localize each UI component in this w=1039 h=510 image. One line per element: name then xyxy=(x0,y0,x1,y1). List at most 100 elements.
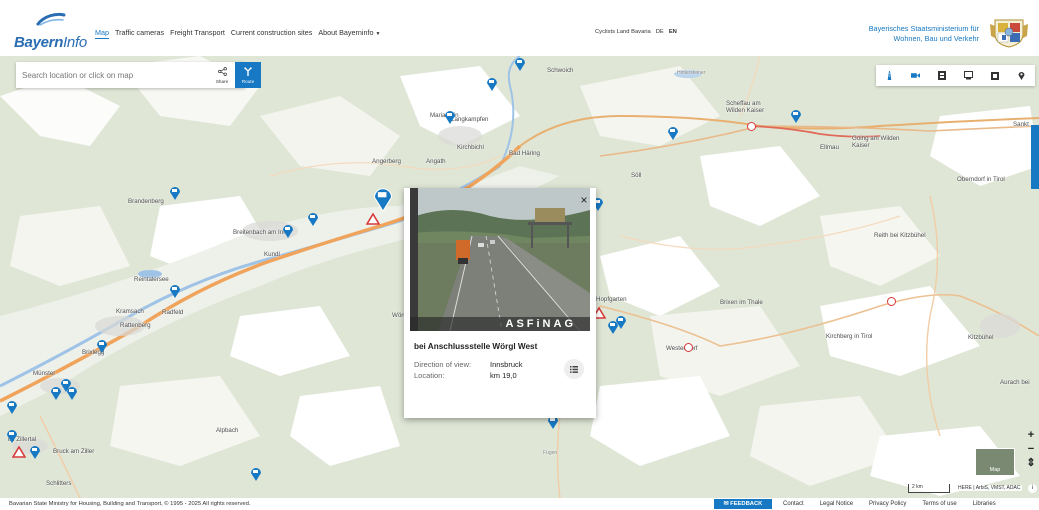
place-label: Söll xyxy=(631,172,642,179)
ministry-link[interactable]: Bayerisches Staatsministerium für Wohnen… xyxy=(869,24,979,44)
place-label: Kundl xyxy=(264,251,280,258)
footer-link-libraries[interactable]: Libraries xyxy=(973,501,996,507)
search-input[interactable] xyxy=(22,66,200,84)
copyright-text: Bavarian State Ministry for Housing, Bui… xyxy=(9,501,251,507)
logo-text: BayernInfo xyxy=(14,34,87,51)
location-label: Location: xyxy=(414,371,445,380)
location-layer-button[interactable] xyxy=(1009,65,1036,86)
nav-traffic-cameras[interactable]: Traffic cameras xyxy=(115,28,164,39)
camera-pin-selected-icon[interactable] xyxy=(372,187,394,211)
nav-about-label: About Bayerninfo xyxy=(318,28,374,37)
nav-about[interactable]: About Bayerninfo ▼ xyxy=(318,28,380,39)
location-icon xyxy=(1018,72,1025,80)
asfinag-watermark: ASFiNAG xyxy=(410,317,590,331)
camera-icon xyxy=(911,73,921,78)
place-label: Reith bei Kitzbühel xyxy=(874,232,926,239)
warning-triangle-icon[interactable] xyxy=(12,446,26,458)
truck-layer-button[interactable] xyxy=(956,65,983,86)
zoom-controls: + − ⇕ xyxy=(1024,428,1038,484)
close-button[interactable]: × xyxy=(577,193,591,207)
roadwork-marker-icon[interactable] xyxy=(887,297,896,306)
place-label: Radfeld xyxy=(162,309,184,316)
camera-pin-icon[interactable] xyxy=(667,126,679,140)
minimap-label: Map xyxy=(989,467,1001,473)
ministry-line1: Bayerisches Staatsministerium für xyxy=(868,24,979,33)
bayerninfo-logo[interactable]: BayernInfo xyxy=(14,12,87,51)
zoom-in-button[interactable]: + xyxy=(1024,428,1038,442)
camera-pin-icon[interactable] xyxy=(615,315,627,329)
cyclists-link[interactable]: Cyclists Land Bavaria xyxy=(595,29,651,35)
camera-pin-icon[interactable] xyxy=(486,77,498,91)
camera-pin-icon[interactable] xyxy=(307,212,319,226)
camera-image[interactable]: ASFiNAG xyxy=(410,188,590,331)
camera-pin-icon[interactable] xyxy=(514,57,526,71)
camera-layer-button[interactable] xyxy=(903,65,930,86)
place-label: Kirchberg in Tirol xyxy=(826,333,873,340)
route-label: Route xyxy=(241,79,255,84)
route-icon xyxy=(244,67,252,76)
footer-link-contact[interactable]: Contact xyxy=(783,501,804,507)
place-label: Alpbach xyxy=(216,427,239,434)
traffic-layer-button[interactable] xyxy=(876,65,903,86)
lang-de[interactable]: DE xyxy=(656,29,664,35)
nav-freight-transport[interactable]: Freight Transport xyxy=(170,28,225,39)
camera-pin-icon[interactable] xyxy=(6,429,18,443)
place-label: Bruck am Ziller xyxy=(53,448,95,455)
popup-title: bei Anschlussstelle Wörgl West xyxy=(414,342,538,351)
parking-layer-button[interactable] xyxy=(929,65,956,86)
traffic-icon xyxy=(887,71,892,80)
camera-pin-icon[interactable] xyxy=(6,400,18,414)
camera-pin-icon[interactable] xyxy=(790,109,802,123)
roadwork-marker-icon[interactable] xyxy=(684,343,693,352)
footer-link-legal[interactable]: Legal Notice xyxy=(820,501,853,507)
info-button[interactable]: i xyxy=(1028,484,1037,493)
compass-button[interactable]: ⇕ xyxy=(1024,456,1038,470)
place-label: Schlitters xyxy=(46,480,72,487)
charging-layer-button[interactable] xyxy=(982,65,1009,86)
place-label: Reintalersee xyxy=(134,276,169,283)
details-button[interactable] xyxy=(564,359,584,379)
footer: Bavarian State Ministry for Housing, Bui… xyxy=(0,498,1039,510)
place-label: Bad Häring xyxy=(509,150,540,157)
camera-pin-icon[interactable] xyxy=(169,186,181,200)
direction-label: Direction of view: xyxy=(414,360,472,369)
place-label: Angath xyxy=(426,158,446,165)
place-label: Hopfgarten xyxy=(596,296,627,303)
place-label: Münster xyxy=(33,370,56,377)
camera-pin-icon[interactable] xyxy=(282,224,294,238)
place-label: Langkampfen xyxy=(451,116,489,123)
lang-en[interactable]: EN xyxy=(669,29,677,35)
warning-triangle-icon[interactable] xyxy=(366,213,380,225)
camera-pin-icon[interactable] xyxy=(444,110,456,124)
roadwork-marker-icon[interactable] xyxy=(747,122,756,131)
route-button[interactable]: Route xyxy=(235,62,261,88)
share-label: Share xyxy=(215,79,229,84)
footer-link-privacy[interactable]: Privacy Policy xyxy=(869,501,906,507)
camera-pin-icon[interactable] xyxy=(66,386,78,400)
nav-construction-sites[interactable]: Current construction sites xyxy=(231,28,313,39)
camera-pin-icon[interactable] xyxy=(250,467,262,481)
feedback-label: FEEDBACK xyxy=(730,501,763,507)
nav-map[interactable]: Map xyxy=(95,28,109,39)
camera-popup: ASFiNAG × bei Anschlussstelle Wörgl West… xyxy=(404,188,596,418)
place-label: Scheffau am Wilden Kaiser xyxy=(726,100,765,114)
direction-value: Innsbruck xyxy=(490,360,523,369)
place-label: Fügen xyxy=(543,450,558,456)
zoom-out-button[interactable]: − xyxy=(1024,442,1038,456)
camera-pin-icon[interactable] xyxy=(50,386,62,400)
place-label: Kramsach xyxy=(116,308,144,315)
footer-link-terms[interactable]: Terms of use xyxy=(922,501,956,507)
place-label: Kirchbichl xyxy=(457,144,484,151)
place-label: Going am Wilden Kaiser xyxy=(852,135,900,149)
minimap-toggle[interactable]: Map xyxy=(975,448,1015,476)
main-nav: Map Traffic cameras Freight Transport Cu… xyxy=(95,28,380,39)
camera-pin-icon[interactable] xyxy=(96,339,108,353)
camera-pin-icon[interactable] xyxy=(29,445,41,459)
scale-bar: 2 km xyxy=(908,484,950,493)
side-panel-tab[interactable] xyxy=(1031,125,1039,189)
camera-pin-icon[interactable] xyxy=(169,284,181,298)
share-button[interactable]: Share xyxy=(210,62,234,88)
truck-icon xyxy=(964,71,974,80)
feedback-button[interactable]: ✉ FEEDBACK xyxy=(714,499,772,509)
search-box: Share Route xyxy=(16,62,261,88)
